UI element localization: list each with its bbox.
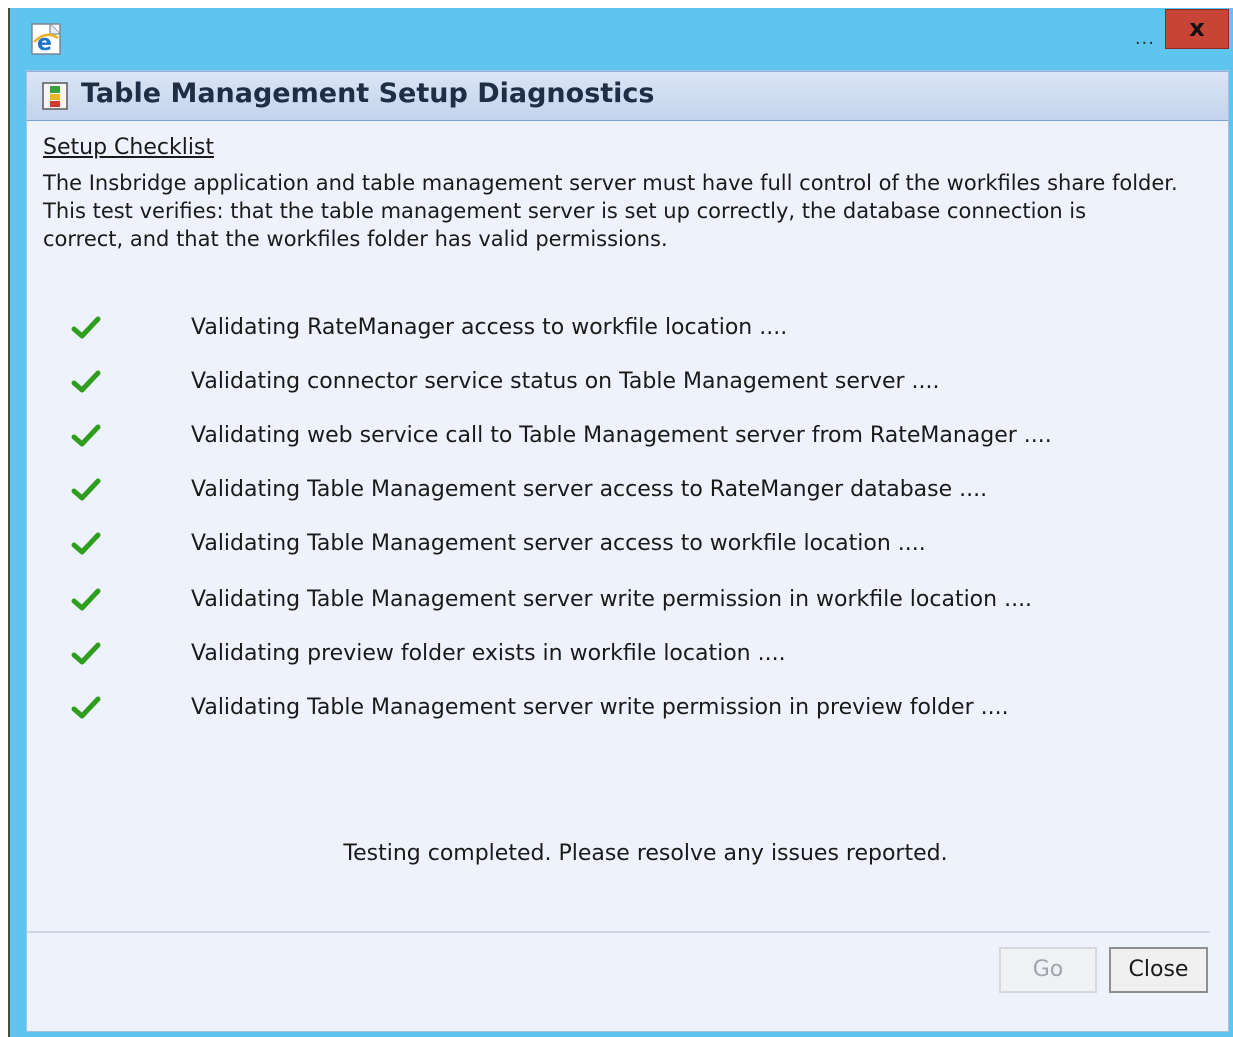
ie-icon: e: [31, 23, 61, 56]
go-button[interactable]: Go: [999, 947, 1097, 993]
status-message: Testing completed. Please resolve any is…: [343, 841, 948, 866]
checkmark-icon: [71, 478, 101, 501]
check-label: Validating Table Management server write…: [191, 695, 1009, 720]
browser-window: e ... x Table Management Setup Diagnosti…: [8, 8, 1233, 1037]
check-label: Validating Table Management server acces…: [191, 477, 988, 502]
checkmark-icon: [71, 370, 101, 393]
window-close-button[interactable]: x: [1165, 9, 1229, 49]
dialog-title: Table Management Setup Diagnostics: [81, 78, 655, 109]
checkmark-icon: [71, 316, 101, 339]
check-label: Validating Table Management server acces…: [191, 531, 926, 556]
window-titlebar: e ... x: [10, 8, 1233, 68]
check-label: Validating web service call to Table Man…: [191, 423, 1052, 448]
checkmark-icon: [71, 532, 101, 555]
check-label: Validating preview folder exists in work…: [191, 641, 786, 666]
checklist-title: Setup Checklist: [43, 135, 215, 160]
diagnostics-dialog: Table Management Setup Diagnostics Setup…: [26, 70, 1229, 1032]
checkmark-icon: [71, 696, 101, 719]
overflow-indicator: ...: [1134, 28, 1155, 49]
close-button[interactable]: Close: [1109, 947, 1208, 993]
checkmark-icon: [71, 588, 101, 611]
description: The Insbridge application and table mana…: [43, 169, 1223, 253]
footer-divider: [27, 931, 1210, 933]
check-label: Validating RateManager access to workfil…: [191, 315, 788, 340]
diagnostics-icon: [42, 82, 68, 110]
description-line: correct, and that the workfiles folder h…: [43, 227, 668, 251]
dialog-header: Table Management Setup Diagnostics: [27, 71, 1228, 121]
checkmark-icon: [71, 642, 101, 665]
checkmark-icon: [71, 424, 101, 447]
description-line: This test verifies: that the table manag…: [43, 199, 1087, 223]
check-label: Validating Table Management server write…: [191, 587, 1033, 612]
check-label: Validating connector service status on T…: [191, 369, 940, 394]
description-line: The Insbridge application and table mana…: [43, 171, 1178, 195]
